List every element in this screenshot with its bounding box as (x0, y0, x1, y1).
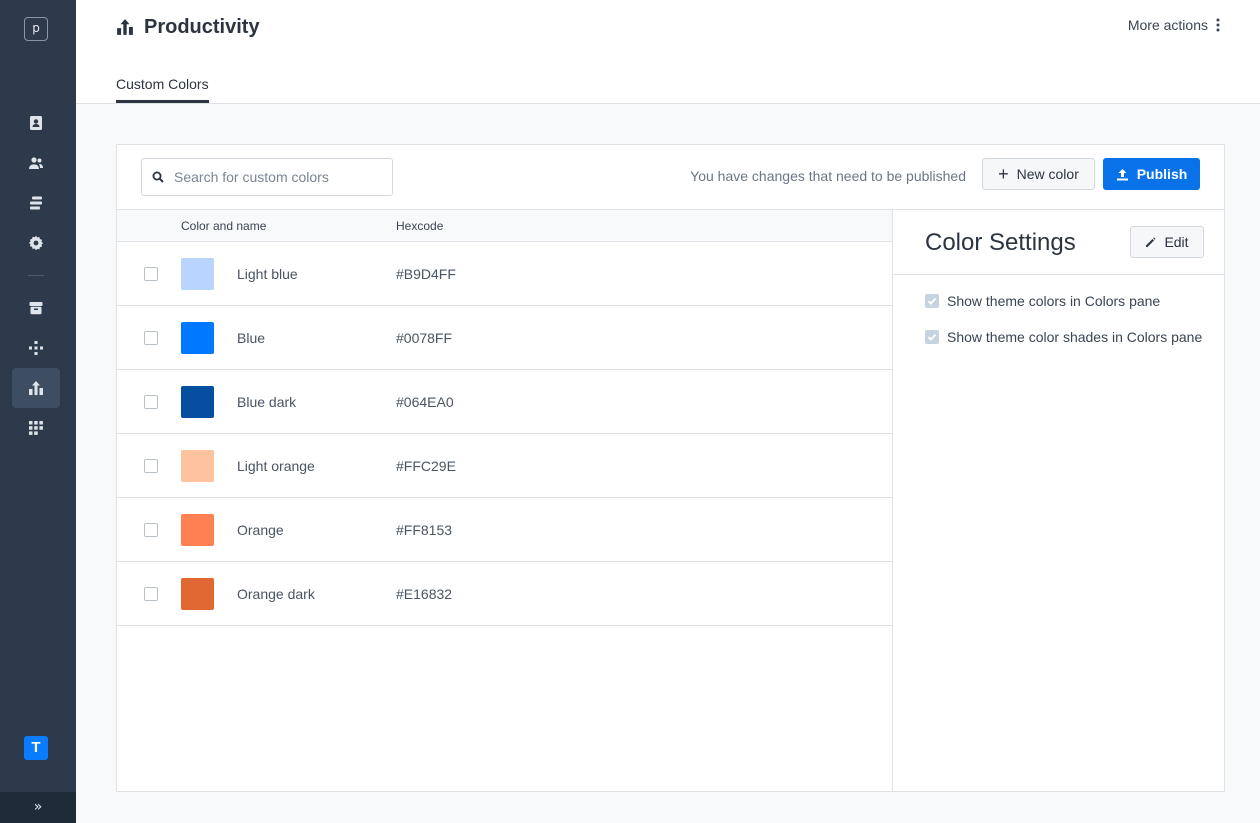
pending-changes-message: You have changes that need to be publish… (690, 168, 966, 184)
table-row[interactable]: Light blue #B9D4FF (117, 242, 892, 306)
users-icon (29, 157, 43, 169)
row-checkbox[interactable] (144, 459, 158, 473)
checkbox-checked[interactable] (925, 330, 939, 344)
archive-icon (29, 302, 43, 315)
row-checkbox[interactable] (144, 267, 158, 281)
kebab-menu-icon (1216, 18, 1220, 32)
layers-icon (30, 196, 42, 210)
new-color-button[interactable]: + New color (982, 158, 1095, 190)
color-swatch (181, 322, 214, 354)
productivity-icon (29, 381, 43, 395)
table-header: Color and name Hexcode (117, 210, 892, 242)
custom-colors-card: You have changes that need to be publish… (116, 144, 1225, 792)
column-header-hex[interactable]: Hexcode (396, 219, 443, 233)
pencil-icon (1146, 237, 1156, 247)
option-label: Show theme colors in Colors pane (947, 293, 1161, 309)
sidebar-item-settings[interactable] (12, 223, 60, 263)
sidebar-item-layers[interactable] (12, 183, 60, 223)
search-box[interactable] (141, 158, 393, 196)
sidebar-collapse-button[interactable]: » (0, 792, 76, 823)
tab-custom-colors[interactable]: Custom Colors (116, 76, 209, 103)
page-header: Productivity More actions Custom Colors (76, 0, 1260, 104)
more-actions-label: More actions (1127, 17, 1208, 33)
row-checkbox[interactable] (144, 331, 158, 345)
plus-icon: + (998, 164, 1009, 184)
color-swatch (181, 514, 214, 546)
row-checkbox[interactable] (144, 395, 158, 409)
publish-button[interactable]: Publish (1103, 158, 1200, 190)
app-logo[interactable]: p (24, 17, 48, 41)
color-name: Orange dark (237, 586, 315, 602)
edit-settings-button[interactable]: Edit (1130, 226, 1204, 258)
settings-title: Color Settings (925, 229, 1076, 256)
sidebar-item-contacts[interactable] (12, 103, 60, 143)
table-row[interactable]: Blue #0078FF (117, 306, 892, 370)
page-title: Productivity (144, 16, 260, 38)
option-show-theme-shades[interactable]: Show theme color shades in Colors pane (925, 329, 1202, 345)
edit-label: Edit (1164, 234, 1189, 250)
color-hexcode: #E16832 (396, 586, 453, 602)
color-name: Light orange (237, 458, 315, 474)
checkmark-icon (927, 297, 937, 305)
color-name: Light blue (237, 266, 298, 282)
color-hexcode: #B9D4FF (396, 266, 456, 282)
color-swatch (181, 450, 214, 482)
color-settings-panel: Color Settings Edit Show theme colors in… (893, 209, 1224, 792)
sidebar-divider (28, 275, 44, 276)
color-hexcode: #0078FF (396, 330, 453, 346)
publish-label: Publish (1136, 166, 1188, 182)
color-name: Blue dark (237, 394, 297, 410)
table-row[interactable]: Blue dark #064EA0 (117, 370, 892, 434)
sidebar: p T » (0, 0, 76, 823)
option-label: Show theme color shades in Colors pane (947, 329, 1203, 345)
colors-table: Color and name Hexcode Light blue #B9D4FF… (117, 209, 893, 792)
settings-header: Color Settings Edit (893, 210, 1224, 275)
color-hexcode: #064EA0 (396, 394, 454, 410)
color-swatch (181, 386, 214, 418)
table-row[interactable]: Orange #FF8153 (117, 498, 892, 562)
search-input[interactable] (174, 169, 374, 185)
plus-nodes-icon (29, 341, 43, 355)
brand-logo[interactable]: T (24, 736, 48, 760)
gear-icon (28, 235, 44, 251)
sidebar-item-archive[interactable] (12, 288, 60, 328)
color-swatch (181, 578, 214, 610)
search-icon (152, 171, 164, 183)
row-checkbox[interactable] (144, 587, 158, 601)
table-row[interactable]: Orange dark #E16832 (117, 562, 892, 626)
option-show-theme-colors[interactable]: Show theme colors in Colors pane (925, 293, 1160, 309)
sidebar-item-productivity[interactable] (12, 368, 60, 408)
table-row[interactable]: Light orange #FFC29E (117, 434, 892, 498)
new-color-label: New color (1016, 166, 1079, 182)
grid-icon (29, 421, 43, 435)
sidebar-item-grid[interactable] (12, 408, 60, 448)
sidebar-item-integrations[interactable] (12, 328, 60, 368)
color-swatch (181, 258, 214, 290)
more-actions-button[interactable]: More actions (1128, 17, 1220, 33)
productivity-icon (117, 19, 133, 35)
sidebar-item-users[interactable] (12, 143, 60, 183)
row-checkbox[interactable] (144, 523, 158, 537)
column-header-name[interactable]: Color and name (181, 219, 266, 233)
checkbox-checked[interactable] (925, 294, 939, 308)
color-name: Blue (237, 330, 266, 346)
upload-icon (1116, 168, 1128, 180)
contact-card-icon (30, 116, 42, 130)
checkmark-icon (927, 333, 937, 341)
color-hexcode: #FF8153 (396, 522, 453, 538)
color-name: Orange (237, 522, 284, 538)
color-hexcode: #FFC29E (396, 458, 456, 474)
